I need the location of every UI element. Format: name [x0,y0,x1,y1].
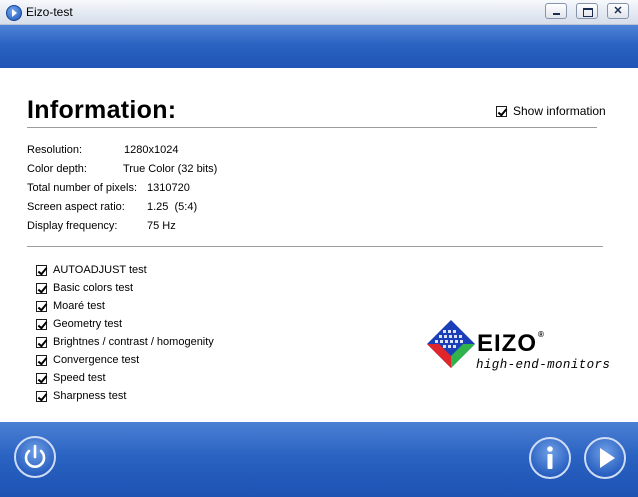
checkbox[interactable] [36,372,48,384]
title-bar[interactable]: Eizo-test ✕ [0,0,638,25]
aspect-ratio-label: Screen aspect ratio: [27,201,125,213]
resolution-label: Resolution: [27,144,83,156]
test-label: Speed test [53,372,106,384]
maximize-button[interactable] [576,3,598,19]
test-brightness-contrast[interactable]: Brightnes / contrast / homogenity [36,336,214,348]
window-title: Eizo-test [26,5,73,19]
maximize-icon [583,8,593,17]
footer-band [0,422,638,497]
frequency-label: Display frequency: [27,220,118,232]
check-icon [37,354,48,366]
check-icon [37,318,48,330]
resolution-value: 1280x1024 [124,144,179,156]
info-icon [547,446,553,469]
test-convergence[interactable]: Convergence test [36,354,139,366]
test-label: Sharpness test [53,390,127,402]
test-label: Basic colors test [53,282,134,294]
close-icon: ✕ [613,5,623,17]
frequency-value: 75 Hz [147,220,176,232]
checkbox[interactable] [36,390,48,402]
checkbox[interactable] [496,105,508,117]
divider [27,246,603,247]
test-label: Convergence test [53,354,140,366]
check-icon [37,264,48,276]
eizo-logo-mark-icon [427,320,475,368]
check-icon [37,336,48,348]
check-icon [37,300,48,312]
checkbox[interactable] [36,300,48,312]
test-geometry[interactable]: Geometry test [36,318,122,330]
test-moare[interactable]: Moaré test [36,300,105,312]
power-icon [24,444,46,468]
close-button[interactable]: ✕ [607,3,629,19]
check-icon [37,282,48,294]
test-label: AUTOADJUST test [53,264,147,276]
test-label: Geometry test [53,318,123,330]
checkbox[interactable] [36,282,48,294]
next-button[interactable] [584,437,626,479]
check-icon [37,372,48,384]
total-pixels-value: 1310720 [147,182,190,194]
checkbox[interactable] [36,354,48,366]
minimize-icon [553,13,560,15]
show-information-checkbox[interactable]: Show information [496,104,606,118]
checkbox[interactable] [36,264,48,276]
test-sharpness[interactable]: Sharpness test [36,390,126,402]
aspect-ratio-value: 1.25 (5:4) [147,201,198,213]
info-button[interactable] [529,437,571,479]
checkbox[interactable] [36,318,48,330]
color-depth-value: True Color (32 bits) [123,163,218,175]
logo-tagline: high-end-monitors [476,358,611,372]
check-icon [497,105,508,117]
header-band [0,25,638,68]
divider [27,127,597,128]
test-autoadjust[interactable]: AUTOADJUST test [36,264,147,276]
show-information-label: Show information [513,104,606,118]
test-speed[interactable]: Speed test [36,372,106,384]
color-depth-label: Color depth: [27,163,87,175]
total-pixels-label: Total number of pixels: [27,182,138,194]
check-icon [37,390,48,402]
main-panel: Information: Show information Resolution… [0,68,638,422]
test-basic-colors[interactable]: Basic colors test [36,282,133,294]
power-button[interactable] [14,436,56,478]
logo-brand: EIZO [477,330,545,358]
test-label: Brightnes / contrast / homogenity [53,336,214,348]
page-title: Information: [27,96,177,124]
minimize-button[interactable] [545,3,567,19]
checkbox[interactable] [36,336,48,348]
play-icon [600,448,615,468]
app-play-icon[interactable] [6,5,22,21]
eizo-logo: EIZO high-end-monitors [425,318,628,396]
test-label: Moaré test [53,300,105,312]
